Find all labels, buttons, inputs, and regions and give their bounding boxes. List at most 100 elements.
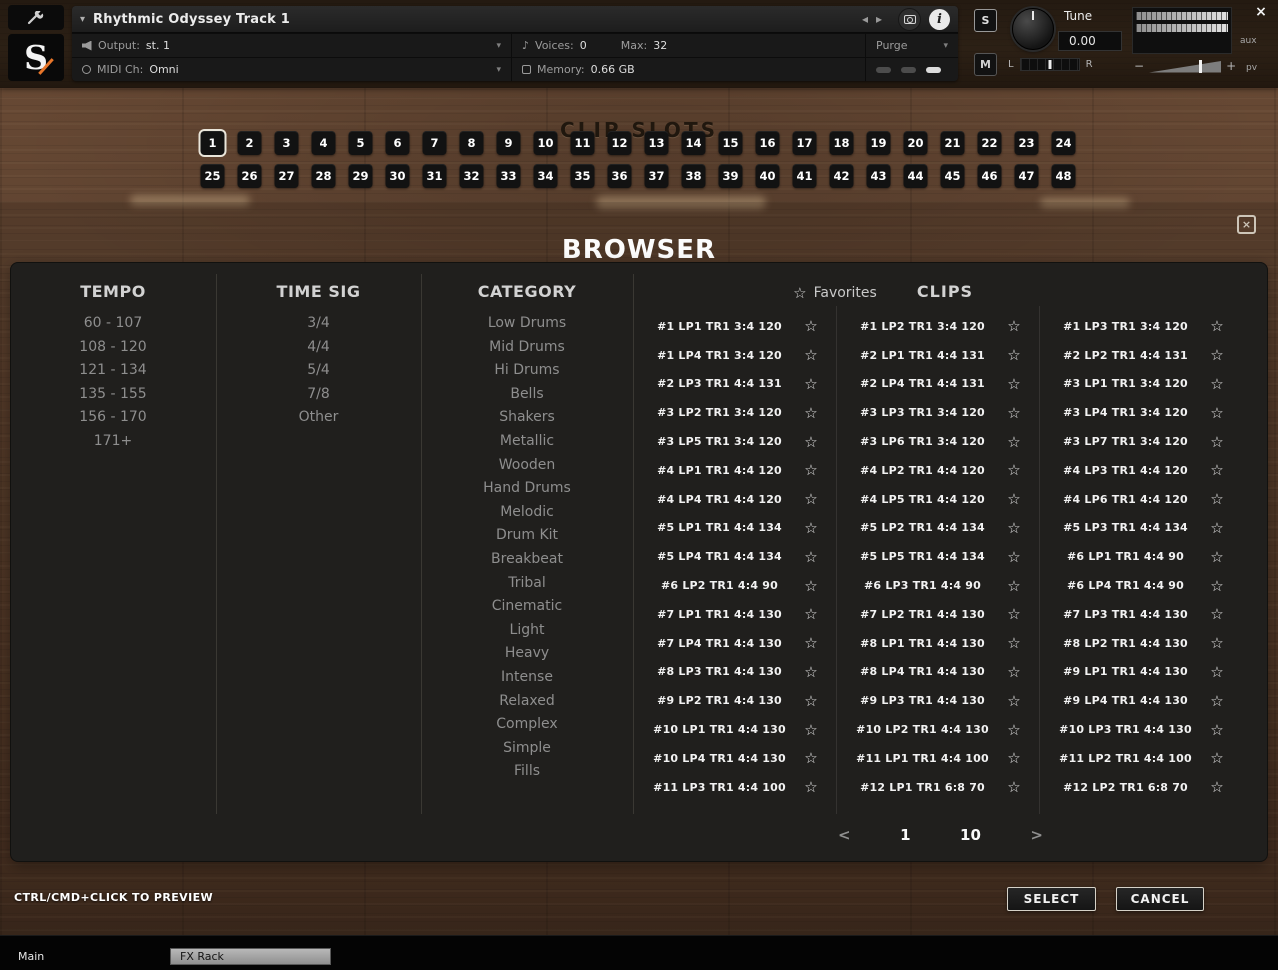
clip-item[interactable]: #3 LP5 TR1 3:4 120 ☆ bbox=[633, 427, 836, 456]
clip-slot[interactable]: 11 bbox=[571, 131, 595, 155]
clip-slot[interactable]: 23 bbox=[1015, 131, 1039, 155]
favorite-star-icon[interactable]: ☆ bbox=[1005, 548, 1023, 566]
clip-item[interactable]: #11 LP3 TR1 4:4 100 ☆ bbox=[633, 773, 836, 802]
clip-item[interactable]: #3 LP4 TR1 3:4 120 ☆ bbox=[1039, 398, 1242, 427]
clip-item[interactable]: #6 LP1 TR1 4:4 90 ☆ bbox=[1039, 542, 1242, 571]
clip-slot[interactable]: 48 bbox=[1052, 164, 1076, 188]
clip-item[interactable]: #7 LP1 TR1 4:4 130 ☆ bbox=[633, 600, 836, 629]
favorite-star-icon[interactable]: ☆ bbox=[1005, 461, 1023, 479]
favorite-star-icon[interactable]: ☆ bbox=[1208, 778, 1226, 796]
timesig-option[interactable]: 4/4 bbox=[216, 336, 421, 360]
clip-item[interactable]: #8 LP1 TR1 4:4 130 ☆ bbox=[836, 629, 1039, 658]
category-option[interactable]: Hand Drums bbox=[421, 477, 633, 501]
pv-label[interactable]: pv bbox=[1246, 63, 1257, 73]
clip-slot[interactable]: 42 bbox=[830, 164, 854, 188]
category-option[interactable]: Melodic bbox=[421, 501, 633, 525]
clip-slot[interactable]: 12 bbox=[608, 131, 632, 155]
clip-item[interactable]: #10 LP3 TR1 4:4 130 ☆ bbox=[1039, 715, 1242, 744]
tempo-option[interactable]: 108 - 120 bbox=[10, 336, 216, 360]
clip-item[interactable]: #3 LP7 TR1 3:4 120 ☆ bbox=[1039, 427, 1242, 456]
clip-item[interactable]: #12 LP1 TR1 6:8 70 ☆ bbox=[836, 773, 1039, 802]
clip-slot[interactable]: 1 bbox=[201, 131, 225, 155]
category-option[interactable]: Wooden bbox=[421, 454, 633, 478]
snapshot-camera-icon[interactable] bbox=[898, 8, 921, 31]
clip-slot[interactable]: 32 bbox=[460, 164, 484, 188]
clip-item[interactable]: #11 LP1 TR1 4:4 100 ☆ bbox=[836, 744, 1039, 773]
clip-item[interactable]: #1 LP1 TR1 3:4 120 ☆ bbox=[633, 312, 836, 341]
clip-item[interactable]: #4 LP3 TR1 4:4 120 ☆ bbox=[1039, 456, 1242, 485]
favorite-star-icon[interactable]: ☆ bbox=[1005, 634, 1023, 652]
clip-item[interactable]: #4 LP4 TR1 4:4 120 ☆ bbox=[633, 485, 836, 514]
category-option[interactable]: Mid Drums bbox=[421, 336, 633, 360]
clip-slot[interactable]: 8 bbox=[460, 131, 484, 155]
tab-fx-rack[interactable]: FX Rack bbox=[170, 948, 331, 965]
favorite-star-icon[interactable]: ☆ bbox=[1005, 519, 1023, 537]
midi-channel-selector[interactable]: MIDI Ch: Omni ▾ bbox=[72, 57, 512, 81]
collapse-arrow-icon[interactable]: ▾ bbox=[80, 14, 85, 25]
favorite-star-icon[interactable]: ☆ bbox=[1208, 317, 1226, 335]
favorite-star-icon[interactable]: ☆ bbox=[1208, 461, 1226, 479]
wrench-icon[interactable] bbox=[8, 5, 64, 30]
clip-slot[interactable]: 15 bbox=[719, 131, 743, 155]
clip-item[interactable]: #5 LP5 TR1 4:4 134 ☆ bbox=[836, 542, 1039, 571]
clip-slot[interactable]: 40 bbox=[756, 164, 780, 188]
clip-item[interactable]: #4 LP5 TR1 4:4 120 ☆ bbox=[836, 485, 1039, 514]
favorite-star-icon[interactable]: ☆ bbox=[1005, 375, 1023, 393]
volume-slider[interactable] bbox=[1149, 60, 1221, 73]
category-option[interactable]: Complex bbox=[421, 713, 633, 737]
clip-slot[interactable]: 26 bbox=[238, 164, 262, 188]
clip-slot[interactable]: 6 bbox=[386, 131, 410, 155]
clip-slot[interactable]: 16 bbox=[756, 131, 780, 155]
clip-item[interactable]: #10 LP1 TR1 4:4 130 ☆ bbox=[633, 715, 836, 744]
favorite-star-icon[interactable]: ☆ bbox=[1005, 663, 1023, 681]
clip-item[interactable]: #6 LP2 TR1 4:4 90 ☆ bbox=[633, 571, 836, 600]
clip-item[interactable]: #1 LP4 TR1 3:4 120 ☆ bbox=[633, 341, 836, 370]
clip-item[interactable]: #9 LP4 TR1 4:4 130 ☆ bbox=[1039, 686, 1242, 715]
clip-item[interactable]: #2 LP2 TR1 4:4 131 ☆ bbox=[1039, 341, 1242, 370]
clip-item[interactable]: #3 LP6 TR1 3:4 120 ☆ bbox=[836, 427, 1039, 456]
clip-item[interactable]: #8 LP2 TR1 4:4 130 ☆ bbox=[1039, 629, 1242, 658]
clip-slot[interactable]: 46 bbox=[978, 164, 1002, 188]
clip-slot[interactable]: 25 bbox=[201, 164, 225, 188]
category-option[interactable]: Simple bbox=[421, 737, 633, 761]
favorite-star-icon[interactable]: ☆ bbox=[802, 317, 820, 335]
favorite-star-icon[interactable]: ☆ bbox=[802, 721, 820, 739]
cancel-button[interactable]: CANCEL bbox=[1116, 887, 1204, 911]
favorite-star-icon[interactable]: ☆ bbox=[1005, 404, 1023, 422]
clip-slot[interactable]: 2 bbox=[238, 131, 262, 155]
favorite-star-icon[interactable]: ☆ bbox=[802, 375, 820, 393]
favorite-star-icon[interactable]: ☆ bbox=[1208, 519, 1226, 537]
category-option[interactable]: Tribal bbox=[421, 572, 633, 596]
clip-item[interactable]: #12 LP2 TR1 6:8 70 ☆ bbox=[1039, 773, 1242, 802]
clip-slot[interactable]: 14 bbox=[682, 131, 706, 155]
category-option[interactable]: Metallic bbox=[421, 430, 633, 454]
category-option[interactable]: Light bbox=[421, 619, 633, 643]
favorite-star-icon[interactable]: ☆ bbox=[802, 548, 820, 566]
clip-item[interactable]: #5 LP3 TR1 4:4 134 ☆ bbox=[1039, 514, 1242, 543]
soundiron-logo[interactable]: S bbox=[8, 34, 64, 81]
favorite-star-icon[interactable]: ☆ bbox=[1208, 375, 1226, 393]
clip-item[interactable]: #6 LP3 TR1 4:4 90 ☆ bbox=[836, 571, 1039, 600]
clip-slot[interactable]: 36 bbox=[608, 164, 632, 188]
category-option[interactable]: Bells bbox=[421, 383, 633, 407]
timesig-option[interactable]: 3/4 bbox=[216, 312, 421, 336]
favorite-star-icon[interactable]: ☆ bbox=[1208, 433, 1226, 451]
clip-item[interactable]: #6 LP4 TR1 4:4 90 ☆ bbox=[1039, 571, 1242, 600]
page-next-button[interactable]: > bbox=[1030, 826, 1043, 844]
tune-value[interactable]: 0.00 bbox=[1058, 31, 1122, 51]
clip-slot[interactable]: 33 bbox=[497, 164, 521, 188]
favorite-star-icon[interactable]: ☆ bbox=[1208, 577, 1226, 595]
favorite-star-icon[interactable]: ☆ bbox=[1208, 692, 1226, 710]
clip-item[interactable]: #10 LP2 TR1 4:4 130 ☆ bbox=[836, 715, 1039, 744]
tune-knob[interactable] bbox=[1012, 8, 1054, 50]
clip-item[interactable]: #4 LP1 TR1 4:4 120 ☆ bbox=[633, 456, 836, 485]
header-close-icon[interactable]: × bbox=[1251, 2, 1271, 22]
browser-close-button[interactable]: × bbox=[1237, 215, 1256, 234]
favorite-star-icon[interactable]: ☆ bbox=[1208, 605, 1226, 623]
clip-item[interactable]: #9 LP2 TR1 4:4 130 ☆ bbox=[633, 686, 836, 715]
clip-item[interactable]: #5 LP4 TR1 4:4 134 ☆ bbox=[633, 542, 836, 571]
favorite-star-icon[interactable]: ☆ bbox=[802, 490, 820, 508]
timesig-option[interactable]: 7/8 bbox=[216, 383, 421, 407]
clip-item[interactable]: #7 LP3 TR1 4:4 130 ☆ bbox=[1039, 600, 1242, 629]
clip-slot[interactable]: 43 bbox=[867, 164, 891, 188]
